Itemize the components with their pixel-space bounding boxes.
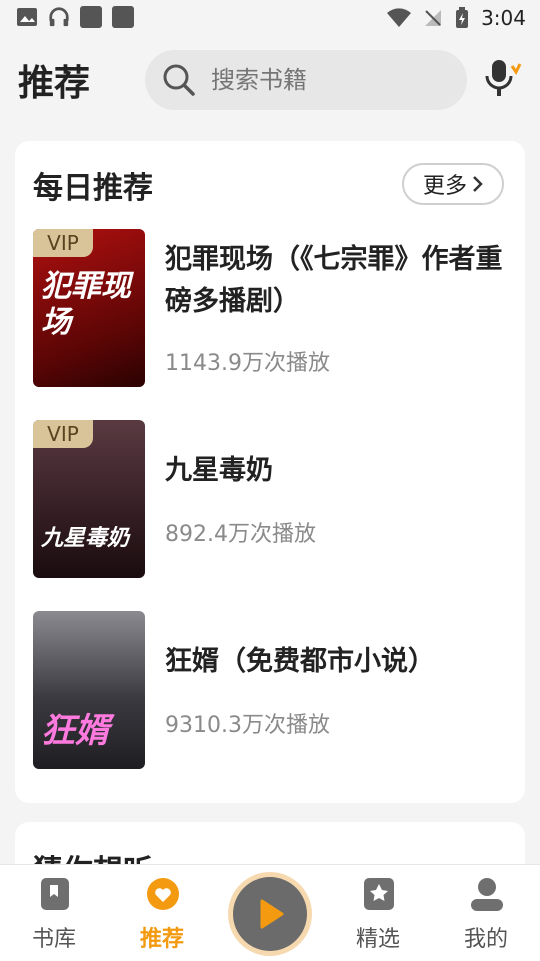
- search-input[interactable]: [209, 50, 453, 112]
- status-bar: 3:04: [0, 0, 540, 36]
- no-signal-icon: [425, 10, 442, 26]
- book-plays: 9310.3万次播放: [165, 713, 330, 738]
- nav-item-mine[interactable]: 我的: [441, 865, 531, 961]
- header: 推荐: [0, 44, 540, 116]
- book-title: 九星毒奶: [165, 455, 273, 486]
- section-title: 每日推荐: [33, 171, 153, 206]
- nav-item-library[interactable]: 书库: [9, 865, 99, 961]
- nav-label: 推荐: [139, 927, 184, 952]
- play-icon: [260, 899, 284, 929]
- nav-item-featured[interactable]: 精选: [333, 865, 423, 961]
- status-time: 3:04: [481, 6, 526, 30]
- user-icon: [471, 878, 503, 911]
- heart-icon: [147, 878, 179, 910]
- daily-recommend-card: 每日推荐 更多 VIP 犯罪现场 犯罪现场（《七宗罪》作者重磅多播剧） 1143…: [15, 141, 525, 803]
- status-left: [16, 6, 134, 28]
- book-item[interactable]: 狂婿 狂婿（免费都市小说） 9310.3万次播放: [33, 611, 503, 771]
- player-disc: [233, 877, 307, 951]
- star-icon: [364, 878, 394, 910]
- book-cover: 狂婿: [33, 611, 145, 769]
- book-cover: VIP 犯罪现场: [33, 229, 145, 387]
- chevron-right-icon: [473, 176, 483, 192]
- cover-title: 犯罪现场: [41, 269, 131, 340]
- more-button[interactable]: 更多: [402, 163, 504, 205]
- book-cover: VIP 九星毒奶: [33, 420, 145, 578]
- microphone-icon[interactable]: [484, 58, 524, 102]
- player-button[interactable]: [228, 872, 312, 956]
- book-title: 狂婿（免费都市小说）: [165, 646, 435, 677]
- nav-label: 精选: [355, 927, 400, 952]
- nav-item-recommend[interactable]: 推荐: [117, 865, 207, 961]
- book-icon: [41, 878, 69, 910]
- nav-label: 书库: [31, 927, 76, 952]
- search-bar[interactable]: [145, 50, 467, 112]
- status-right: 3:04: [387, 6, 526, 30]
- book-title: 犯罪现场（《七宗罪》作者重磅多播剧）: [165, 244, 503, 317]
- headphones-icon: [49, 7, 69, 27]
- battery-icon: [456, 7, 469, 28]
- image-icon: [17, 8, 37, 26]
- app-notification-icon: [80, 6, 102, 28]
- page-title: 推荐: [18, 63, 91, 104]
- vip-badge: VIP: [33, 229, 93, 257]
- book-item[interactable]: VIP 九星毒奶 九星毒奶 892.4万次播放: [33, 420, 503, 580]
- wifi-icon: [387, 8, 412, 27]
- cover-title: 九星毒奶: [41, 526, 130, 551]
- cover-title: 狂婿: [41, 711, 109, 751]
- vip-badge: VIP: [33, 420, 93, 448]
- book-item[interactable]: VIP 犯罪现场 犯罪现场（《七宗罪》作者重磅多播剧） 1143.9万次播放: [33, 229, 503, 389]
- more-label: 更多: [422, 174, 467, 199]
- search-icon: [163, 64, 195, 96]
- app-notification-icon-2: [112, 6, 134, 28]
- nav-label: 我的: [463, 927, 508, 952]
- book-plays: 1143.9万次播放: [165, 351, 330, 376]
- book-plays: 892.4万次播放: [165, 522, 316, 547]
